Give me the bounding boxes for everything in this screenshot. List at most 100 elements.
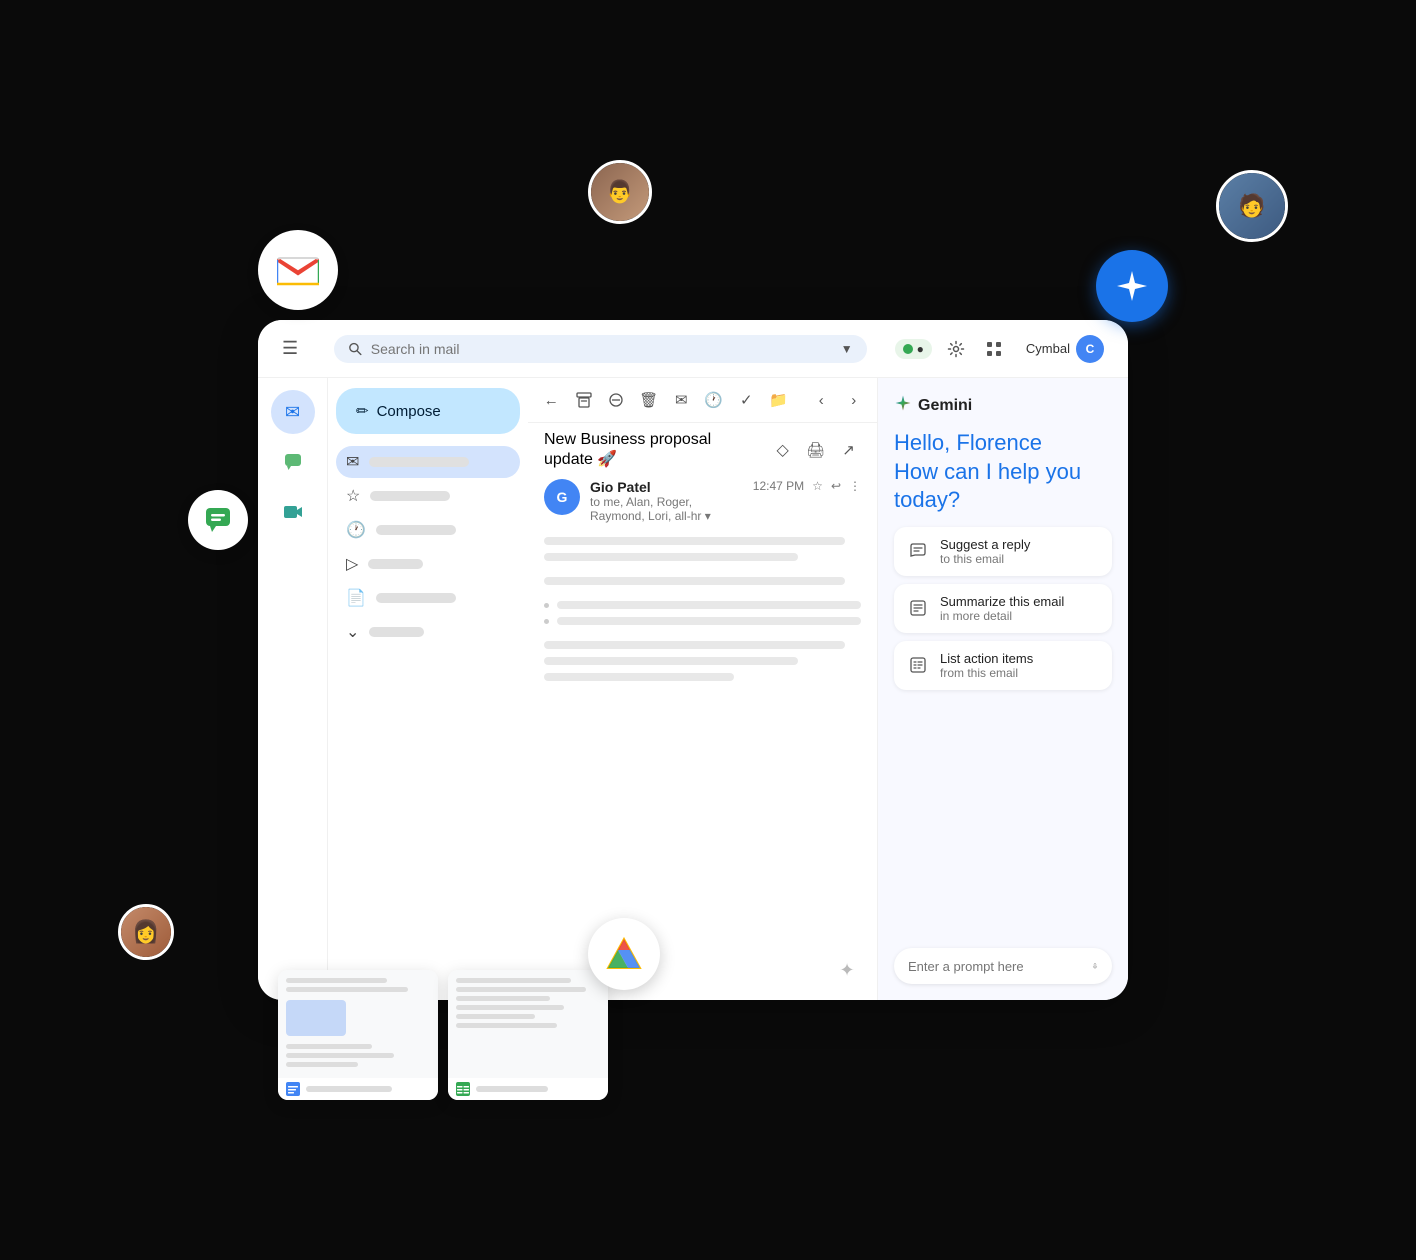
status-text: ●: [917, 342, 924, 356]
back-icon[interactable]: ←: [540, 386, 563, 414]
suggestion-actions[interactable]: List action items from this email: [894, 641, 1112, 690]
add-label-icon[interactable]: ◇: [770, 436, 795, 464]
nav-item-sent[interactable]: ▷: [336, 548, 520, 580]
suggestion-reply[interactable]: Suggest a reply to this email: [894, 527, 1112, 576]
avatar-bottom-left: 👩: [118, 904, 174, 960]
nav-item-more[interactable]: ⌄: [336, 616, 520, 648]
subject-text: New Business proposal update 🚀: [544, 431, 762, 469]
search-dropdown-icon[interactable]: ▼: [841, 342, 853, 356]
account-name: Cymbal: [1026, 341, 1070, 356]
star-icon: ☆: [346, 486, 360, 506]
body-line-1: [544, 537, 845, 545]
sender-name: Gio Patel: [590, 479, 743, 495]
doc-body-1: [278, 970, 438, 1078]
sidebar: ✉: [258, 378, 328, 1000]
gemini-star-icon: [894, 394, 912, 417]
email-subject: New Business proposal update 🚀 ◇ 🖨 ↗: [528, 423, 877, 473]
sidebar-icon-meet[interactable]: [271, 490, 315, 534]
compose-icon: ✏: [356, 402, 369, 420]
account-chip[interactable]: Cymbal C: [1018, 331, 1112, 367]
nav-label-starred: [370, 491, 450, 501]
search-input[interactable]: [371, 341, 833, 357]
suggestion-reply-icon: [906, 539, 930, 563]
email-toolbar: ← 🗑 ✉: [528, 378, 877, 423]
more-email-icon[interactable]: ⋮: [849, 479, 861, 493]
move-icon[interactable]: 📁: [768, 386, 791, 414]
nav-label-snoozed: [376, 525, 456, 535]
suggestion-actions-icon: [906, 653, 930, 677]
gmail-logo: [258, 230, 338, 310]
archive-icon[interactable]: [573, 386, 596, 414]
suggestion-actions-subtitle: from this email: [940, 666, 1100, 680]
gemini-panel: Gemini Hello, Florence How can I help yo…: [878, 378, 1128, 1000]
mark-unread-icon[interactable]: ✉: [670, 386, 693, 414]
search-bar[interactable]: ▼: [334, 335, 867, 363]
email-header: G Gio Patel to me, Alan, Roger, Raymond,…: [528, 473, 877, 529]
greeting-question: How can I help you today?: [894, 459, 1081, 513]
body-line-6: [544, 673, 734, 681]
compose-button[interactable]: ✏ Compose: [336, 388, 520, 434]
sent-icon: ▷: [346, 554, 358, 574]
reply-icon[interactable]: ↩: [831, 479, 841, 493]
avatar-top-center: 👨: [588, 160, 652, 224]
nav-label-drafts: [376, 593, 456, 603]
open-new-icon[interactable]: ↗: [836, 436, 861, 464]
gemini-greeting: Hello, Florence How can I help you today…: [894, 429, 1112, 515]
body-line-5: [544, 657, 798, 665]
suggestion-summarize-text: Summarize this email in more detail: [940, 594, 1100, 623]
email-to[interactable]: to me, Alan, Roger, Raymond, Lori, all-h…: [590, 495, 743, 523]
spam-icon[interactable]: [605, 386, 628, 414]
avatar-top-right: 🧑: [1216, 170, 1288, 242]
doc-card-2[interactable]: [448, 970, 608, 1100]
email-list: ← 🗑 ✉: [528, 378, 878, 1000]
prompt-input-container[interactable]: [894, 948, 1112, 984]
delete-icon[interactable]: 🗑: [638, 386, 661, 414]
print-icon[interactable]: 🖨: [803, 436, 828, 464]
mic-icon[interactable]: [1092, 958, 1098, 974]
sidebar-icon-mail[interactable]: ✉: [271, 390, 315, 434]
doc-card-1[interactable]: [278, 970, 438, 1100]
email-body: [528, 529, 877, 948]
snooze-icon[interactable]: 🕐: [703, 386, 726, 414]
body-line-2: [544, 553, 798, 561]
nav-label-more: [369, 627, 424, 637]
nav-item-starred[interactable]: ☆: [336, 480, 520, 512]
status-dot: [903, 344, 913, 354]
body-line-3: [544, 577, 845, 585]
suggestion-summarize-title: Summarize this email: [940, 594, 1100, 609]
prompt-input[interactable]: [908, 959, 1084, 974]
bottom-docs: [278, 970, 608, 1100]
nav-item-inbox[interactable]: ✉: [336, 446, 520, 478]
doc-footer-1: [278, 1078, 438, 1100]
suggestion-summarize[interactable]: Summarize this email in more detail: [894, 584, 1112, 633]
prev-email-icon[interactable]: ‹: [810, 386, 833, 414]
nav-item-snoozed[interactable]: 🕐: [336, 514, 520, 546]
doc-footer-2: [448, 1078, 608, 1100]
suggestion-summarize-icon: [906, 596, 930, 620]
suggestion-summarize-subtitle: in more detail: [940, 609, 1100, 623]
suggestion-actions-title: List action items: [940, 651, 1100, 666]
hamburger-menu[interactable]: ☰: [274, 330, 306, 367]
main-window: ☰ ▼ ●: [258, 320, 1128, 1000]
sidebar-icon-chat[interactable]: [271, 440, 315, 484]
grid-icon[interactable]: [980, 335, 1008, 363]
bullet-1: [544, 601, 861, 609]
sender-avatar: G: [544, 479, 580, 515]
email-meta: Gio Patel to me, Alan, Roger, Raymond, L…: [590, 479, 743, 523]
body-line-4: [544, 641, 845, 649]
chat-icon[interactable]: [188, 490, 248, 550]
suggestion-reply-title: Suggest a reply: [940, 537, 1100, 552]
suggestion-reply-subtitle: to this email: [940, 552, 1100, 566]
gemini-title: Gemini: [918, 397, 972, 415]
gemini-email-icon[interactable]: ✦: [833, 956, 861, 984]
nav-item-drafts[interactable]: 📄: [336, 582, 520, 614]
settings-icon[interactable]: [942, 335, 970, 363]
star-email-icon[interactable]: ☆: [812, 479, 823, 493]
top-bar: ☰ ▼ ●: [258, 320, 1128, 378]
gemini-spacer: [894, 702, 1112, 936]
task-icon[interactable]: ✓: [735, 386, 758, 414]
doc-body-2: [448, 970, 608, 1078]
suggestion-reply-text: Suggest a reply to this email: [940, 537, 1100, 566]
next-email-icon[interactable]: ›: [843, 386, 866, 414]
snoozed-icon: 🕐: [346, 520, 366, 540]
